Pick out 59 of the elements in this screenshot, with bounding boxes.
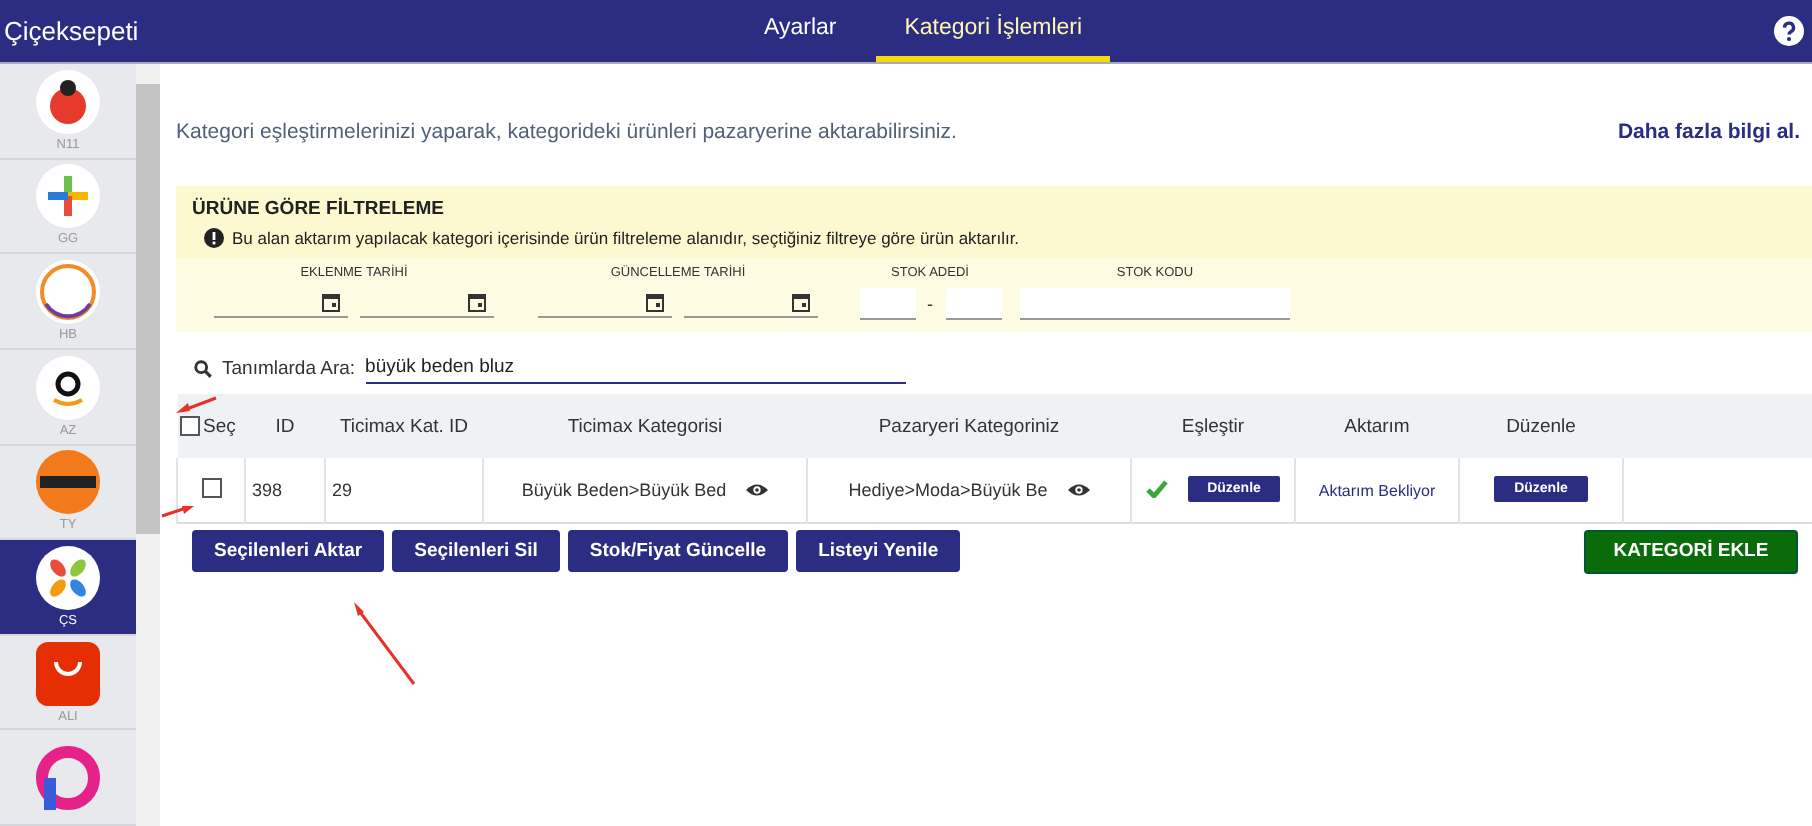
marketplace-logo-icon xyxy=(36,641,100,706)
marketplace-logo-icon xyxy=(36,355,100,420)
table-cell: Hediye>Moda>Büyük Be xyxy=(848,479,1048,500)
help-icon[interactable] xyxy=(1774,16,1804,46)
calendar-icon xyxy=(646,292,664,312)
table-cell: 398 xyxy=(252,479,283,500)
search-icon xyxy=(194,359,212,377)
stock-min-field[interactable] xyxy=(859,288,915,320)
action-button[interactable]: Seçilenleri Sil xyxy=(392,529,560,571)
info-icon xyxy=(204,228,224,248)
column-header: Ticimax Kat. ID xyxy=(339,415,469,437)
app-title: Çiçeksepeti xyxy=(2,16,141,46)
nav-tab[interactable]: Kategori İşlemleri xyxy=(876,0,1111,62)
scrollbar-thumb[interactable] xyxy=(136,84,160,534)
action-button[interactable]: Seçilenleri Aktar xyxy=(192,529,385,571)
action-button[interactable]: Listeyi Yenile xyxy=(796,529,961,571)
calendar-icon xyxy=(468,292,486,312)
marketplace-logo-icon xyxy=(36,69,100,134)
nav-tab[interactable]: Ayarlar xyxy=(744,0,857,62)
filter-title: ÜRÜNE GÖRE FİLTRELEME xyxy=(192,198,446,220)
column-header: Düzenle xyxy=(1506,415,1576,437)
row-checkbox[interactable] xyxy=(201,477,221,498)
annotation-arrow xyxy=(176,396,217,413)
description-text: Kategori eşleştirmelerinizi yaparak, kategorideki ürünleri pazaryerine aktarabilirsiniz. xyxy=(176,120,957,144)
date-field[interactable] xyxy=(360,288,494,318)
calendar-icon xyxy=(792,292,810,312)
column-header: ID xyxy=(275,415,295,437)
eye-icon[interactable] xyxy=(746,481,769,498)
search-field[interactable]: büyük beden bluz xyxy=(365,352,906,384)
column-header: Eşleştir xyxy=(1181,415,1245,437)
add-category-button[interactable]: KATEGORİ EKLE xyxy=(1584,529,1798,573)
stock-code-field[interactable] xyxy=(1020,288,1290,320)
table-cell: Büyük Beden>Büyük Bed xyxy=(521,479,727,500)
annotation-arrow xyxy=(354,602,416,685)
column-header: Aktarım xyxy=(1344,415,1410,437)
select-all-checkbox[interactable] xyxy=(179,416,199,436)
search-label: Tanımlarda Ara: xyxy=(222,357,356,379)
date-field[interactable] xyxy=(538,288,672,318)
range-separator: - xyxy=(927,294,933,314)
stock-max-field[interactable] xyxy=(945,288,1001,320)
date-field[interactable] xyxy=(214,288,348,318)
column-header: Pazaryeri Kategoriniz xyxy=(878,415,1060,437)
more-info-link[interactable]: Daha fazla bilgi al. xyxy=(1617,120,1800,144)
date-field[interactable] xyxy=(684,288,818,318)
table-cell: 29 xyxy=(332,479,353,500)
marketplace-logo-icon xyxy=(36,450,100,515)
scrollbar[interactable] xyxy=(136,64,160,826)
marketplace-logo-icon xyxy=(36,545,100,610)
transfer-status: Aktarım Bekliyor xyxy=(1318,481,1436,500)
calendar-icon xyxy=(322,292,340,312)
column-header: Seç xyxy=(203,415,236,437)
eye-icon[interactable] xyxy=(1067,481,1090,498)
action-button[interactable]: Stok/Fiyat Güncelle xyxy=(567,529,789,571)
column-header: Ticimax Kategorisi xyxy=(567,415,723,437)
marketplace-logo-icon xyxy=(36,260,100,325)
annotation-arrow xyxy=(161,506,194,518)
marketplace-logo-icon xyxy=(36,745,100,810)
marketplace-logo-icon xyxy=(36,164,100,229)
filter-info-text: Bu alan aktarım yapılacak kategori içerisinde ürün filtreleme alanıdır, seçtiğiniz filtreye göre ürün aktarılır. xyxy=(232,228,1020,248)
